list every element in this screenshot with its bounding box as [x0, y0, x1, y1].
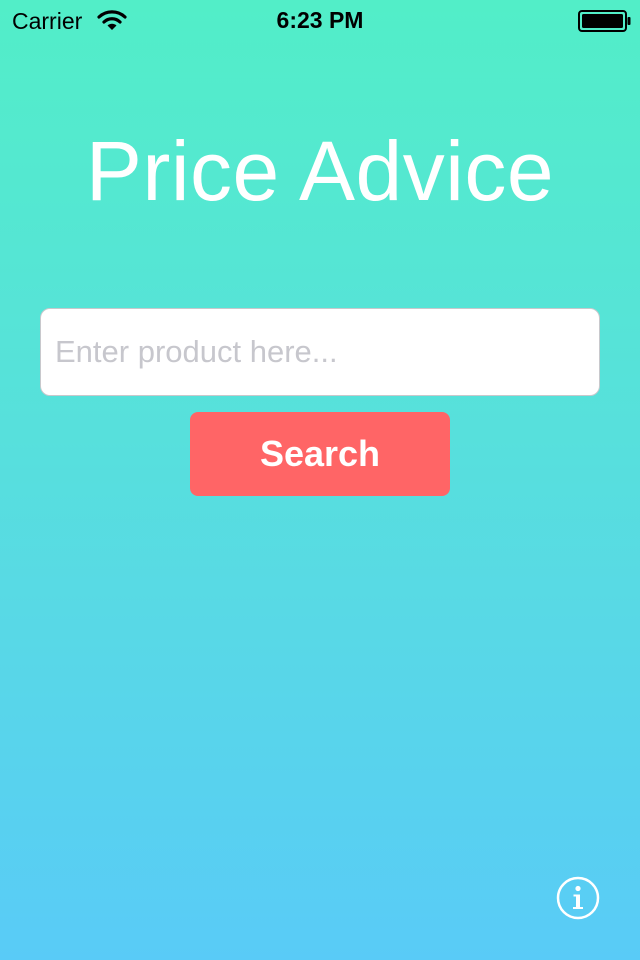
search-button[interactable]: Search: [190, 412, 450, 496]
status-bar: Carrier 6:23 PM: [0, 0, 640, 40]
info-icon[interactable]: [556, 876, 600, 920]
search-input[interactable]: [40, 308, 600, 396]
page-title: Price Advice: [85, 124, 555, 218]
app-screen: Carrier 6:23 PM Price Advice Search: [0, 0, 640, 960]
battery-icon: [578, 10, 631, 32]
status-time: 6:23 PM: [276, 7, 364, 33]
